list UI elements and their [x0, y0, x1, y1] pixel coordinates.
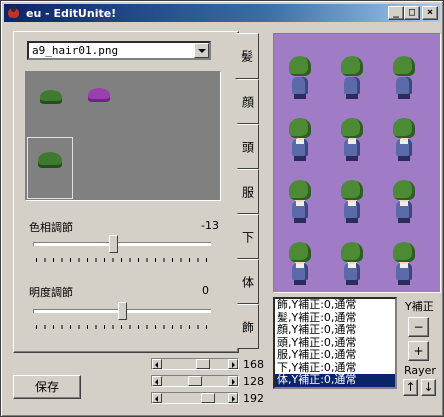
- sprite-preview: [273, 33, 441, 293]
- layer-list-item[interactable]: 顔,Y補正:0,通常: [275, 323, 395, 337]
- selected-part-frame: [27, 137, 73, 199]
- green-value: 128: [243, 375, 264, 388]
- tab-hair[interactable]: 髪: [235, 33, 259, 79]
- character-sprite: [288, 180, 312, 224]
- red-slider[interactable]: [151, 358, 239, 370]
- hair-part-green[interactable]: [40, 90, 62, 104]
- layer-list-item[interactable]: 飾,Y補正:0,通常: [275, 299, 395, 312]
- character-sprite: [340, 242, 364, 286]
- file-select-value: a9_hair01.png: [32, 44, 119, 57]
- y-offset-label: Y補正: [405, 300, 434, 313]
- y-offset-minus-button[interactable]: −: [408, 317, 429, 337]
- title-bar[interactable]: eu - EditUnite! _ □ ×: [4, 4, 440, 22]
- close-button[interactable]: ×: [422, 6, 438, 20]
- left-arrow-icon[interactable]: [152, 393, 162, 403]
- layer-list-item[interactable]: 服,Y補正:0,通常: [275, 348, 395, 362]
- window-title: eu - EditUnite!: [26, 6, 117, 20]
- maximize-button[interactable]: □: [404, 6, 420, 20]
- character-sprite: [392, 180, 416, 224]
- left-arrow-icon[interactable]: [152, 376, 162, 386]
- character-sprite: [340, 180, 364, 224]
- left-arrow-icon[interactable]: [152, 359, 162, 369]
- rayer-label: Rayer: [404, 364, 436, 377]
- file-select[interactable]: a9_hair01.png: [27, 41, 211, 60]
- red-slider-thumb[interactable]: [196, 359, 211, 369]
- hue-value: -13: [201, 219, 219, 232]
- hue-slider-ticks: [36, 258, 210, 262]
- brightness-slider-ticks: [36, 325, 210, 329]
- hue-slider-track[interactable]: [33, 242, 211, 246]
- chevron-down-icon[interactable]: [194, 43, 209, 58]
- character-sprite: [392, 56, 416, 100]
- hue-slider-thumb[interactable]: [109, 235, 119, 253]
- character-sprite: [288, 118, 312, 162]
- hair-part-purple[interactable]: [88, 88, 110, 102]
- layer-list[interactable]: 飾,Y補正:0,通常 髪,Y補正:0,通常 顔,Y補正:0,通常 頭,Y補正:0,通常…: [273, 297, 397, 389]
- green-slider[interactable]: [151, 375, 239, 387]
- tab-accessory[interactable]: 飾: [237, 304, 259, 349]
- character-sprite: [340, 56, 364, 100]
- tab-face[interactable]: 顔: [237, 79, 259, 124]
- character-sprite: [340, 118, 364, 162]
- blue-slider[interactable]: [151, 392, 239, 404]
- brightness-value: 0: [202, 284, 209, 297]
- character-sprite: [288, 56, 312, 100]
- character-sprite: [288, 242, 312, 286]
- layer-down-button[interactable]: ↓: [421, 379, 436, 396]
- save-button[interactable]: 保存: [13, 375, 81, 399]
- blue-value: 192: [243, 392, 264, 405]
- layer-list-item[interactable]: 体,Y補正:0,通常: [275, 373, 395, 387]
- layer-up-button[interactable]: ↑: [403, 379, 418, 396]
- right-arrow-icon[interactable]: [228, 359, 238, 369]
- minimize-button[interactable]: _: [388, 6, 404, 20]
- hue-label: 色相調節: [29, 221, 73, 234]
- tab-head[interactable]: 頭: [237, 124, 259, 169]
- tab-clothes[interactable]: 服: [237, 169, 259, 214]
- y-offset-plus-button[interactable]: +: [408, 341, 429, 361]
- app-window: eu - EditUnite! _ □ × a9_hair01.png 色相調節…: [0, 0, 444, 417]
- brightness-label: 明度調節: [29, 286, 73, 299]
- character-sprite: [392, 242, 416, 286]
- brightness-slider-thumb[interactable]: [117, 302, 127, 320]
- tab-lower[interactable]: 下: [237, 214, 259, 259]
- right-arrow-icon[interactable]: [228, 376, 238, 386]
- tab-body[interactable]: 体: [237, 259, 259, 304]
- app-icon[interactable]: [6, 5, 22, 21]
- red-value: 168: [243, 358, 264, 371]
- green-slider-thumb[interactable]: [188, 376, 202, 386]
- character-sprite: [392, 118, 416, 162]
- right-arrow-icon[interactable]: [228, 393, 238, 403]
- blue-slider-thumb[interactable]: [201, 393, 215, 403]
